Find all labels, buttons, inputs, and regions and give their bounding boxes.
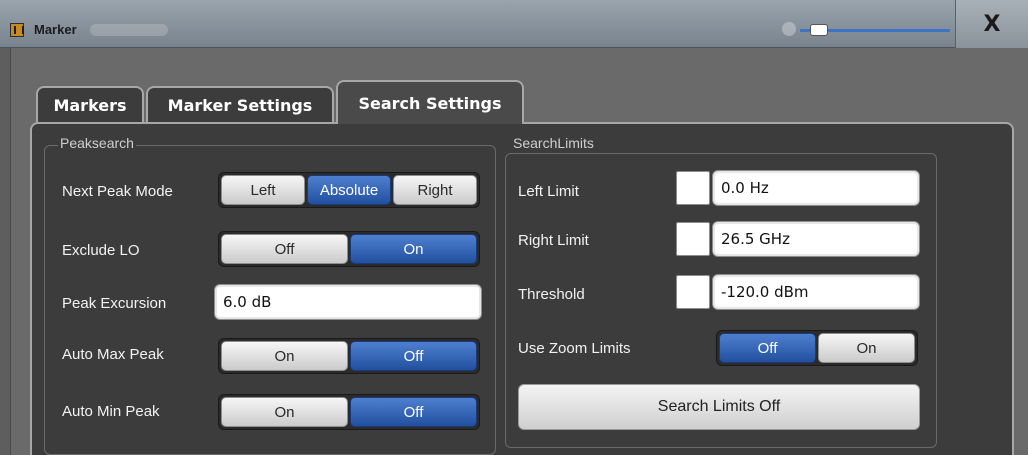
exclude-lo-on-button[interactable]: On xyxy=(350,234,477,264)
auto-min-peak-toggle: On Off xyxy=(218,394,480,430)
left-limit-checkbox[interactable] xyxy=(676,171,710,205)
use-zoom-limits-label: Use Zoom Limits xyxy=(518,340,631,357)
peak-excursion-label: Peak Excursion xyxy=(62,295,167,312)
transparency-slider-thumb[interactable] xyxy=(810,24,828,36)
next-peak-mode-label: Next Peak Mode xyxy=(62,183,173,200)
exclude-lo-toggle: Off On xyxy=(218,231,480,267)
auto-max-peak-label: Auto Max Peak xyxy=(62,346,164,363)
app-logo-icon xyxy=(10,23,24,37)
use-zoom-limits-on-button[interactable]: On xyxy=(818,333,915,363)
right-limit-label: Right Limit xyxy=(518,232,589,249)
auto-max-peak-off-button[interactable]: Off xyxy=(350,341,477,371)
threshold-field[interactable]: -120.0 dBm xyxy=(712,274,920,310)
search-limits-off-button[interactable]: Search Limits Off xyxy=(518,384,920,430)
window-title: Marker xyxy=(34,22,77,37)
tab-markers[interactable]: Markers xyxy=(36,86,144,122)
right-limit-field[interactable]: 26.5 GHz xyxy=(712,221,920,257)
exclude-lo-off-button[interactable]: Off xyxy=(221,234,348,264)
threshold-checkbox[interactable] xyxy=(676,275,710,309)
next-peak-mode-left-button[interactable]: Left xyxy=(221,175,305,205)
exclude-lo-label: Exclude LO xyxy=(62,242,140,259)
transparency-icon xyxy=(782,22,796,36)
use-zoom-limits-off-button[interactable]: Off xyxy=(719,333,816,363)
right-limit-checkbox[interactable] xyxy=(676,222,710,256)
auto-min-peak-label: Auto Min Peak xyxy=(62,403,160,420)
next-peak-mode-right-button[interactable]: Right xyxy=(393,175,477,205)
peaksearch-title: Peaksearch xyxy=(58,135,136,151)
threshold-label: Threshold xyxy=(518,286,585,303)
use-zoom-limits-toggle: Off On xyxy=(716,330,918,366)
title-bar: Marker X xyxy=(0,0,1028,48)
auto-min-peak-on-button[interactable]: On xyxy=(221,397,348,427)
window-subtitle-blur xyxy=(90,24,168,36)
auto-max-peak-on-button[interactable]: On xyxy=(221,341,348,371)
left-limit-label: Left Limit xyxy=(518,183,579,200)
next-peak-mode-selector: Left Absolute Right xyxy=(218,172,480,208)
peak-excursion-field[interactable]: 6.0 dB xyxy=(214,284,482,320)
tab-marker-settings[interactable]: Marker Settings xyxy=(146,86,334,122)
auto-min-peak-off-button[interactable]: Off xyxy=(350,397,477,427)
close-button[interactable]: X xyxy=(955,0,1028,48)
next-peak-mode-absolute-button[interactable]: Absolute xyxy=(307,175,391,205)
tab-search-settings[interactable]: Search Settings xyxy=(336,80,524,124)
left-limit-field[interactable]: 0.0 Hz xyxy=(712,170,920,206)
auto-max-peak-toggle: On Off xyxy=(218,338,480,374)
search-limits-title: SearchLimits xyxy=(511,135,596,151)
